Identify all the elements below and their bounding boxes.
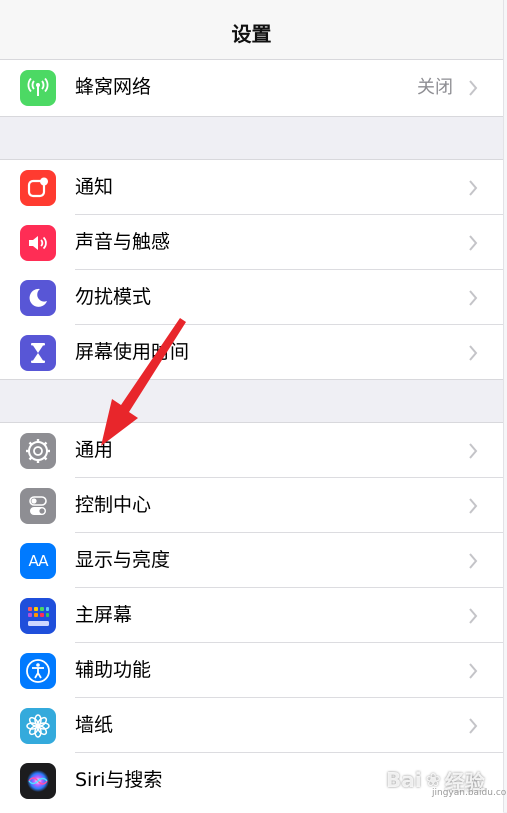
chevron-right-icon <box>469 498 478 514</box>
settings-group-device: 通用 控制中心 AA 显示与亮度 主屏幕 辅助功能 墙纸 Siri与搜索 <box>0 422 503 813</box>
settings-row-screen-time[interactable]: 屏幕使用时间 <box>0 325 503 380</box>
moon-icon <box>20 280 56 316</box>
flower-icon <box>20 708 56 744</box>
settings-row-wallpaper[interactable]: 墙纸 <box>0 698 503 753</box>
settings-row-label: 辅助功能 <box>75 659 152 681</box>
notification-icon <box>20 170 56 206</box>
settings-row-label: 控制中心 <box>75 494 152 516</box>
text-size-icon-glyph: AA <box>28 552 49 570</box>
chevron-right-icon <box>469 553 478 569</box>
settings-row-general[interactable]: 通用 <box>0 423 503 478</box>
settings-group-connectivity: 蜂窝网络 关闭 <box>0 60 503 117</box>
settings-row-label: 主屏幕 <box>75 604 133 626</box>
toggles-icon <box>20 488 56 524</box>
settings-row-dnd[interactable]: 勿扰模式 <box>0 270 503 325</box>
settings-row-accessibility[interactable]: 辅助功能 <box>0 643 503 698</box>
baidu-watermark: Bai ❀ 经验 jingyan.baidu.com <box>386 760 507 800</box>
settings-row-control-center[interactable]: 控制中心 <box>0 478 503 533</box>
chevron-right-icon <box>469 663 478 679</box>
settings-row-label: 勿扰模式 <box>75 286 152 308</box>
siri-icon <box>20 763 56 799</box>
chevron-right-icon <box>469 718 478 734</box>
chevron-right-icon <box>469 345 478 361</box>
grid-icon <box>20 598 56 634</box>
watermark-url: jingyan.baidu.com <box>432 788 507 798</box>
window-edge <box>503 0 507 812</box>
navigation-bar: 设置 <box>0 0 503 60</box>
settings-row-label: Siri与搜索 <box>75 769 163 791</box>
settings-row-label: 蜂窝网络 <box>75 76 152 98</box>
text-size-icon: AA <box>20 543 56 579</box>
settings-row-cellular[interactable]: 蜂窝网络 关闭 <box>0 60 503 115</box>
chevron-right-icon <box>469 180 478 196</box>
antenna-icon <box>20 70 56 106</box>
chevron-right-icon <box>469 443 478 459</box>
settings-row-notifications[interactable]: 通知 <box>0 160 503 215</box>
settings-row-sounds[interactable]: 声音与触感 <box>0 215 503 270</box>
chevron-right-icon <box>469 608 478 624</box>
settings-row-label: 通用 <box>75 439 114 461</box>
hourglass-icon <box>20 335 56 371</box>
settings-row-label: 显示与亮度 <box>75 549 171 571</box>
settings-page: 设置 蜂窝网络 关闭 通知 声音与触感 勿扰模式 屏幕使用时间 通用 控制中心 … <box>0 0 503 813</box>
chevron-right-icon <box>469 235 478 251</box>
settings-row-label: 通知 <box>75 176 114 198</box>
settings-row-display[interactable]: AA 显示与亮度 <box>0 533 503 588</box>
settings-row-value: 关闭 <box>417 77 453 98</box>
gear-icon <box>20 433 56 469</box>
settings-row-label: 声音与触感 <box>75 231 171 253</box>
watermark-brand: Bai <box>386 768 422 792</box>
settings-group-notifications: 通知 声音与触感 勿扰模式 屏幕使用时间 <box>0 159 503 380</box>
chevron-right-icon <box>469 290 478 306</box>
accessibility-icon <box>20 653 56 689</box>
settings-row-label: 屏幕使用时间 <box>75 341 190 363</box>
page-title: 设置 <box>231 22 272 46</box>
settings-row-label: 墙纸 <box>75 714 114 736</box>
chevron-right-icon <box>469 80 478 96</box>
settings-row-home-screen[interactable]: 主屏幕 <box>0 588 503 643</box>
speaker-icon <box>20 225 56 261</box>
